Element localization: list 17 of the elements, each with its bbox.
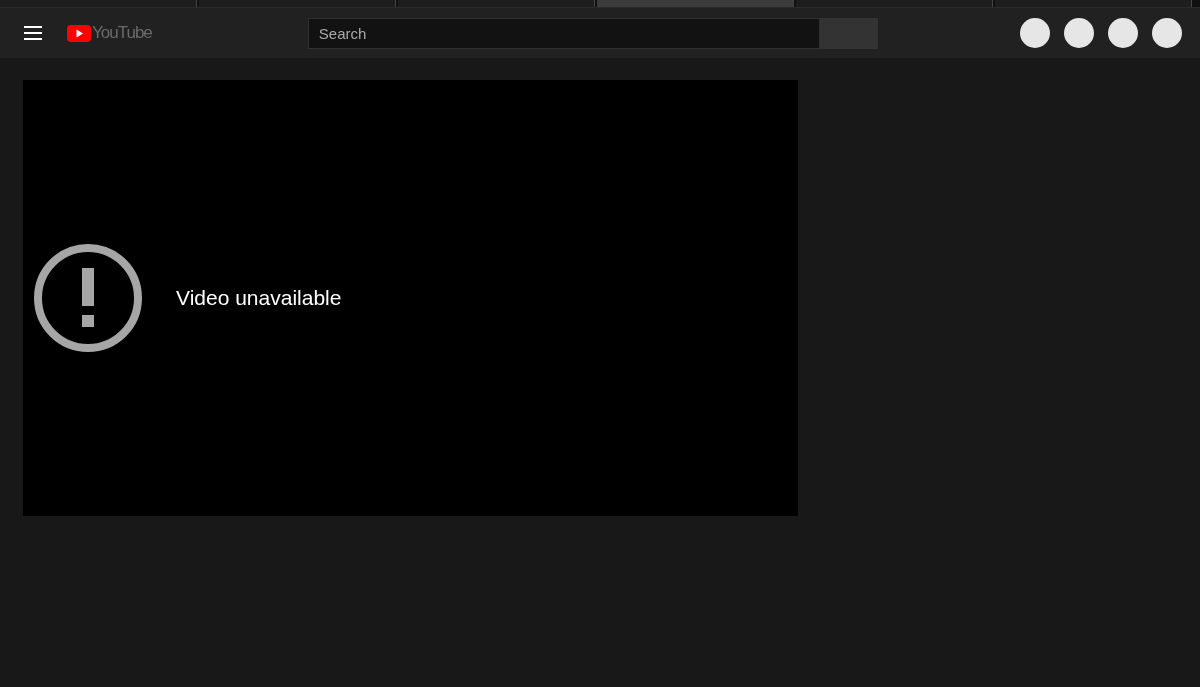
browser-tab[interactable] [398,0,595,7]
browser-tab[interactable] [796,0,993,7]
browser-tab[interactable] [995,0,1192,7]
browser-tab[interactable] [597,0,794,7]
round-button[interactable] [1064,18,1094,48]
search-button[interactable] [819,17,878,49]
browser-tab[interactable] [0,0,197,7]
browser-tab[interactable] [199,0,396,7]
search-field[interactable]: Search [307,17,820,49]
error-message: Video unavailable [176,286,342,310]
logo-text[interactable]: YouTube [92,23,152,43]
round-button[interactable] [1152,18,1182,48]
menu-icon[interactable] [24,26,42,40]
round-button[interactable] [1108,18,1138,48]
exclamation-icon [33,243,143,353]
play-logo-icon[interactable] [67,24,91,42]
round-button[interactable] [1020,18,1050,48]
